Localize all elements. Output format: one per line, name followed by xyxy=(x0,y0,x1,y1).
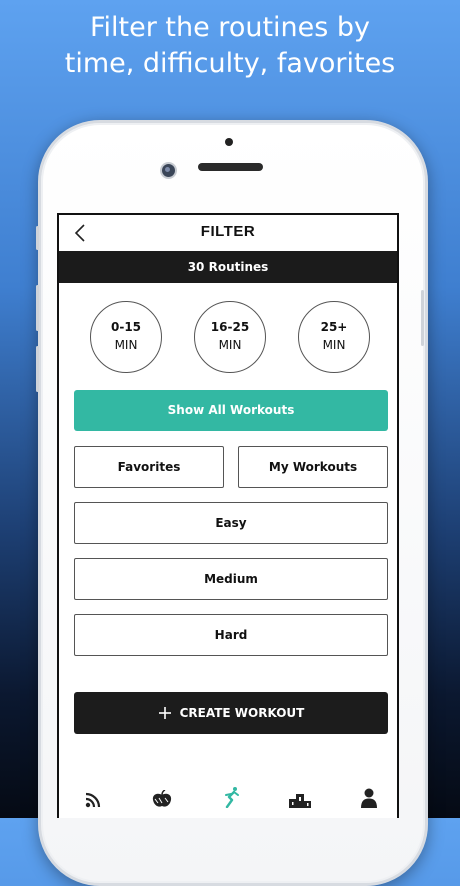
plus-icon xyxy=(158,707,171,719)
time-filter-25-plus[interactable]: 25+ MIN xyxy=(298,301,370,373)
phone-sensor xyxy=(225,138,233,146)
phone-front-camera xyxy=(160,162,177,179)
leaderboard-podium-icon xyxy=(289,794,311,808)
nav-bar: FILTER xyxy=(59,215,397,251)
tab-feed[interactable] xyxy=(85,792,103,812)
time-filter-value: 25+ xyxy=(320,320,348,334)
tab-nutrition[interactable] xyxy=(151,789,173,812)
tab-workouts[interactable] xyxy=(222,786,240,812)
app-screen: FILTER 30 Routines 0-15 MIN 16-25 MIN 25… xyxy=(57,213,399,818)
phone-volume-up xyxy=(36,285,39,331)
phone-volume-down xyxy=(36,346,39,392)
difficulty-easy-button[interactable]: Easy xyxy=(74,502,388,544)
tab-profile[interactable] xyxy=(360,788,378,812)
time-filter-0-15[interactable]: 0-15 MIN xyxy=(90,301,162,373)
profile-icon xyxy=(361,788,377,808)
my-workouts-button[interactable]: My Workouts xyxy=(238,446,388,488)
page-title: FILTER xyxy=(200,223,256,240)
difficulty-hard-button[interactable]: Hard xyxy=(74,614,388,656)
promo-headline: Filter the routines by time, difficulty,… xyxy=(0,10,460,82)
create-workout-content: CREATE WORKOUT xyxy=(158,692,305,734)
nutrition-apple-icon xyxy=(152,789,172,807)
phone-power-button xyxy=(421,290,424,346)
show-all-workouts-button[interactable]: Show All Workouts xyxy=(74,390,388,431)
bottom-tab-bar xyxy=(59,786,397,818)
difficulty-medium-button[interactable]: Medium xyxy=(74,558,388,600)
time-filter-value: 0-15 xyxy=(110,320,142,334)
phone-speaker xyxy=(198,163,263,171)
time-filter-value: 16-25 xyxy=(210,320,250,334)
time-filter-unit: MIN xyxy=(114,338,138,352)
headline-line-2: time, difficulty, favorites xyxy=(64,48,396,79)
phone-mute-switch xyxy=(36,226,39,250)
time-filter-unit: MIN xyxy=(218,338,242,352)
workout-figure-icon xyxy=(225,787,239,809)
create-workout-button[interactable]: CREATE WORKOUT xyxy=(74,692,388,734)
headline-line-1: Filter the routines by xyxy=(89,12,371,43)
tab-leaderboard[interactable] xyxy=(289,792,311,812)
time-filter-16-25[interactable]: 16-25 MIN xyxy=(194,301,266,373)
time-filter-unit: MIN xyxy=(322,338,346,352)
feed-icon xyxy=(85,792,101,808)
routine-count-bar: 30 Routines xyxy=(59,251,397,283)
favorites-button[interactable]: Favorites xyxy=(74,446,224,488)
create-workout-label: CREATE WORKOUT xyxy=(179,706,305,720)
